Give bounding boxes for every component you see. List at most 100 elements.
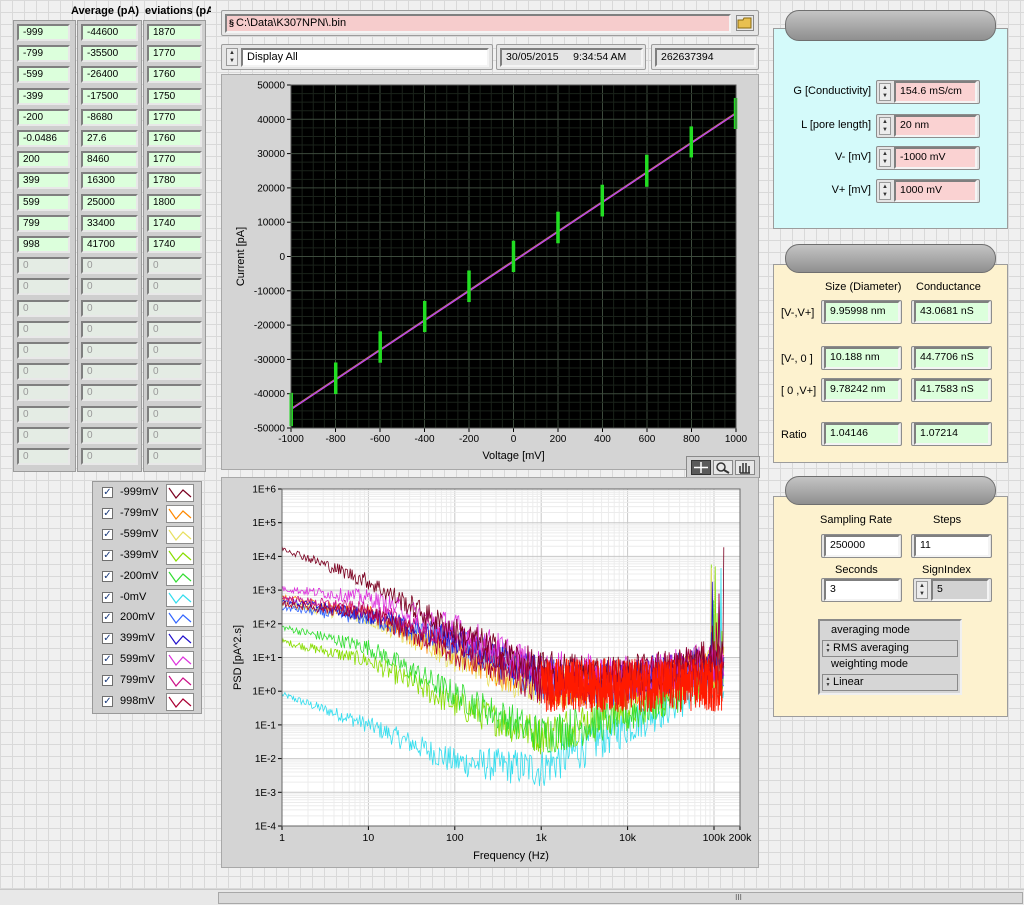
- voltage-cell[interactable]: 0: [17, 426, 70, 444]
- display-mode-spinner[interactable]: ▲ ▼: [226, 48, 238, 66]
- deviation-cell[interactable]: 1870: [147, 24, 202, 41]
- crosshair-tool-icon[interactable]: [691, 460, 711, 475]
- legend-swatch[interactable]: [166, 693, 194, 711]
- zoom-tool-icon[interactable]: [713, 460, 733, 475]
- folder-browse-icon[interactable]: [736, 15, 754, 31]
- voltage-cell[interactable]: 0: [17, 448, 70, 465]
- voltage-cell[interactable]: 0: [17, 363, 70, 381]
- average-cell[interactable]: 0: [81, 426, 138, 444]
- param-spinner[interactable]: ▲ ▼: [879, 182, 891, 200]
- voltage-cell[interactable]: 399: [17, 172, 70, 190]
- sampling-rate-field[interactable]: 250000: [824, 535, 900, 557]
- average-cell[interactable]: 0: [81, 448, 138, 465]
- legend-swatch[interactable]: [166, 609, 194, 628]
- voltage-cell[interactable]: 0: [17, 299, 70, 317]
- deviation-cell[interactable]: 1770: [147, 45, 202, 63]
- average-cell[interactable]: 0: [81, 405, 138, 423]
- average-cell[interactable]: -17500: [81, 87, 138, 105]
- voltage-cell[interactable]: 0: [17, 257, 70, 275]
- voltage-cell[interactable]: 799: [17, 214, 70, 232]
- weighting-mode-value[interactable]: Linear: [833, 676, 864, 688]
- legend-swatch[interactable]: [166, 630, 194, 649]
- average-cell[interactable]: 0: [81, 278, 138, 296]
- deviation-cell[interactable]: 0: [147, 320, 202, 338]
- voltage-cell[interactable]: 0: [17, 320, 70, 338]
- legend-checkbox[interactable]: ✓: [102, 507, 113, 519]
- deviation-cell[interactable]: 1750: [147, 87, 202, 105]
- voltage-cell[interactable]: 200: [17, 151, 70, 169]
- voltage-cell[interactable]: 0: [17, 384, 70, 402]
- legend-checkbox[interactable]: ✓: [102, 487, 113, 498]
- param-spinner[interactable]: ▲ ▼: [879, 83, 891, 101]
- legend-checkbox[interactable]: ✓: [102, 528, 113, 540]
- legend-checkbox[interactable]: ✓: [102, 633, 113, 645]
- psd-chart[interactable]: 1 10 100 1k 10k 100k 200k 1E+6 1E+5 1E+4 1E+3 1E+2 1…: [221, 477, 759, 868]
- deviation-cell[interactable]: 0: [147, 342, 202, 359]
- horizontal-scrollbar[interactable]: III: [0, 889, 1024, 905]
- legend-checkbox[interactable]: ✓: [102, 549, 113, 561]
- legend-checkbox[interactable]: ✓: [102, 570, 113, 582]
- legend-checkbox[interactable]: ✓: [102, 591, 113, 603]
- deviation-cell[interactable]: 1760: [147, 66, 202, 84]
- deviation-cell[interactable]: 0: [147, 278, 202, 296]
- display-mode-field[interactable]: Display All: [241, 48, 489, 67]
- legend-swatch[interactable]: [166, 588, 194, 607]
- average-cell[interactable]: 0: [81, 257, 138, 275]
- param-spinner[interactable]: ▲ ▼: [879, 149, 891, 167]
- average-cell[interactable]: 0: [81, 363, 138, 381]
- average-cell[interactable]: 25000: [81, 193, 138, 211]
- deviation-cell[interactable]: 0: [147, 426, 202, 444]
- voltage-cell[interactable]: -599: [17, 66, 70, 84]
- legend-swatch[interactable]: [166, 567, 194, 586]
- deviation-cell[interactable]: 1740: [147, 236, 202, 253]
- file-path-field[interactable]: § C:\Data\K307NPN\.bin: [225, 14, 731, 33]
- deviation-cell[interactable]: 1800: [147, 193, 202, 211]
- average-cell[interactable]: 41700: [81, 236, 138, 253]
- average-cell[interactable]: 0: [81, 299, 138, 317]
- legend-swatch[interactable]: [166, 672, 194, 691]
- voltage-cell[interactable]: -999: [17, 24, 70, 41]
- horizontal-scrollbar-thumb[interactable]: III: [218, 892, 1023, 904]
- legend-checkbox[interactable]: ✓: [102, 696, 113, 707]
- param-spinner[interactable]: ▲ ▼: [879, 117, 891, 135]
- deviation-cell[interactable]: 0: [147, 405, 202, 423]
- deviation-cell[interactable]: 0: [147, 299, 202, 317]
- average-cell[interactable]: 8460: [81, 151, 138, 169]
- average-cell[interactable]: 0: [81, 384, 138, 402]
- deviation-cell[interactable]: 1780: [147, 172, 202, 190]
- averaging-mode-spinner[interactable]: ▲ ▼: [824, 642, 832, 655]
- param-field[interactable]: -1000 mV: [894, 147, 977, 169]
- voltage-cell[interactable]: 0: [17, 405, 70, 423]
- weighting-mode-spinner[interactable]: ▲ ▼: [824, 676, 832, 689]
- pan-tool-icon[interactable]: [735, 460, 755, 475]
- legend-checkbox[interactable]: ✓: [102, 675, 113, 687]
- averaging-mode-value[interactable]: RMS averaging: [833, 642, 909, 654]
- deviation-cell[interactable]: 0: [147, 448, 202, 465]
- average-cell[interactable]: -44600: [81, 24, 138, 41]
- legend-checkbox[interactable]: ✓: [102, 654, 113, 666]
- average-cell[interactable]: -8680: [81, 108, 138, 126]
- param-field[interactable]: 1000 mV: [894, 180, 977, 202]
- average-cell[interactable]: -35500: [81, 45, 138, 63]
- legend-swatch[interactable]: [166, 546, 194, 565]
- voltage-cell[interactable]: -0.0486: [17, 130, 70, 147]
- param-field[interactable]: 154.6 mS/cm: [894, 81, 977, 103]
- average-cell[interactable]: 33400: [81, 214, 138, 232]
- average-cell[interactable]: 16300: [81, 172, 138, 190]
- deviation-cell[interactable]: 0: [147, 384, 202, 402]
- legend-checkbox[interactable]: ✓: [102, 612, 113, 624]
- deviation-cell[interactable]: 0: [147, 257, 202, 275]
- average-cell[interactable]: 0: [81, 342, 138, 359]
- iv-chart[interactable]: -1000 -800 -600 -400 -200 0 200 400 600 800 1000 50…: [221, 74, 759, 470]
- signindex-spinner[interactable]: ▲ ▼: [916, 581, 928, 599]
- deviation-cell[interactable]: 1770: [147, 108, 202, 126]
- legend-swatch[interactable]: [166, 484, 194, 502]
- steps-field[interactable]: 11: [914, 535, 990, 557]
- average-cell[interactable]: 27.6: [81, 130, 138, 147]
- param-field[interactable]: 20 nm: [894, 115, 977, 137]
- voltage-cell[interactable]: 998: [17, 236, 70, 253]
- deviation-cell[interactable]: 0: [147, 363, 202, 381]
- voltage-cell[interactable]: -799: [17, 45, 70, 63]
- deviation-cell[interactable]: 1770: [147, 151, 202, 169]
- deviation-cell[interactable]: 1760: [147, 130, 202, 147]
